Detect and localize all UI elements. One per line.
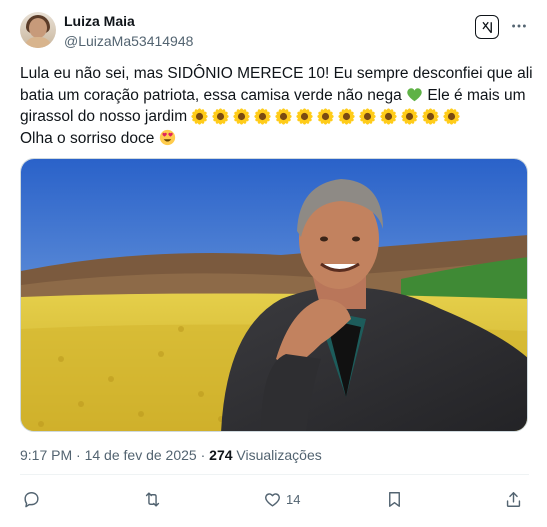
meta-separator: · — [196, 447, 210, 463]
avatar[interactable] — [20, 12, 56, 48]
sunflower-emoji-icon — [380, 108, 398, 126]
views-count: 274 — [209, 447, 233, 463]
tweet-photo[interactable] — [20, 158, 528, 432]
bookmark-button[interactable] — [385, 487, 404, 511]
more-icon[interactable] — [507, 14, 531, 38]
author-display-name[interactable]: Luiza Maia — [64, 12, 193, 30]
photo-scene — [21, 159, 527, 431]
bookmark-icon — [389, 491, 400, 507]
author-block: Luiza Maia @LuizaMa53414948 — [64, 12, 193, 50]
grok-icon[interactable] — [475, 15, 499, 39]
green-heart-icon — [407, 87, 422, 101]
share-icon — [506, 491, 521, 507]
author-handle[interactable]: @LuizaMa53414948 — [64, 32, 193, 50]
tweet-text-line: batia um coração patriota, essa camisa v… — [20, 85, 530, 107]
retweet-icon — [145, 491, 160, 507]
sunflower-emoji-icon — [359, 108, 377, 126]
tweet-text-segment: batia um coração patriota, essa camisa v… — [20, 86, 402, 104]
tweet-text-segment: Olha o sorriso doce — [20, 129, 155, 147]
tweet-text-segment: girassol do nosso jardim — [20, 108, 188, 125]
reply-icon — [24, 491, 39, 507]
tweet-text-segment: Ele é mais um — [423, 86, 526, 104]
tweet-card: Luiza Maia @LuizaMa53414948 Lula eu não … — [0, 0, 547, 527]
sunflower-emoji-icon — [254, 108, 272, 126]
retweet-button[interactable] — [143, 487, 162, 511]
sunflower-emoji-icon — [422, 108, 440, 126]
tweet-text-line: girassol do nosso jardim — [20, 106, 530, 128]
sunflower-emoji-icon — [275, 108, 293, 126]
meta-separator: · — [72, 447, 85, 463]
like-button[interactable]: 14 — [263, 487, 300, 511]
sunflower-emoji-icon — [443, 108, 461, 126]
sunflower-emoji-icon — [296, 108, 314, 126]
sunflower-emoji-row — [191, 108, 461, 126]
tweet-meta: 9:17 PM · 14 de fev de 2025 · 274 Visual… — [20, 446, 322, 464]
sunflower-emoji-icon — [317, 108, 335, 126]
sunflower-emoji-icon — [212, 108, 230, 126]
heart-eyes-emoji-icon — [159, 129, 175, 145]
reply-button[interactable] — [22, 487, 41, 511]
like-count: 14 — [286, 491, 301, 507]
tweet-header: Luiza Maia @LuizaMa53414948 — [20, 12, 535, 52]
tweet-text: Lula eu não sei, mas SIDÔNIO MERECE 10! … — [20, 63, 533, 150]
tweet-text-line: Lula eu não sei, mas SIDÔNIO MERECE 10! … — [20, 65, 533, 82]
sunflower-emoji-icon — [191, 108, 209, 126]
sunflower-emoji-icon — [233, 108, 251, 126]
action-bar: 14 — [20, 487, 528, 511]
tweet-time[interactable]: 9:17 PM — [20, 447, 72, 463]
tweet-date[interactable]: 14 de fev de 2025 — [85, 447, 197, 463]
heart-icon — [265, 492, 280, 507]
share-button[interactable] — [504, 487, 523, 511]
sunflower-emoji-icon — [338, 108, 356, 126]
sunflower-emoji-icon — [401, 108, 419, 126]
views-label: Visualizações — [236, 447, 322, 463]
tweet-text-line: Olha o sorriso doce — [20, 128, 530, 150]
divider — [20, 474, 529, 475]
